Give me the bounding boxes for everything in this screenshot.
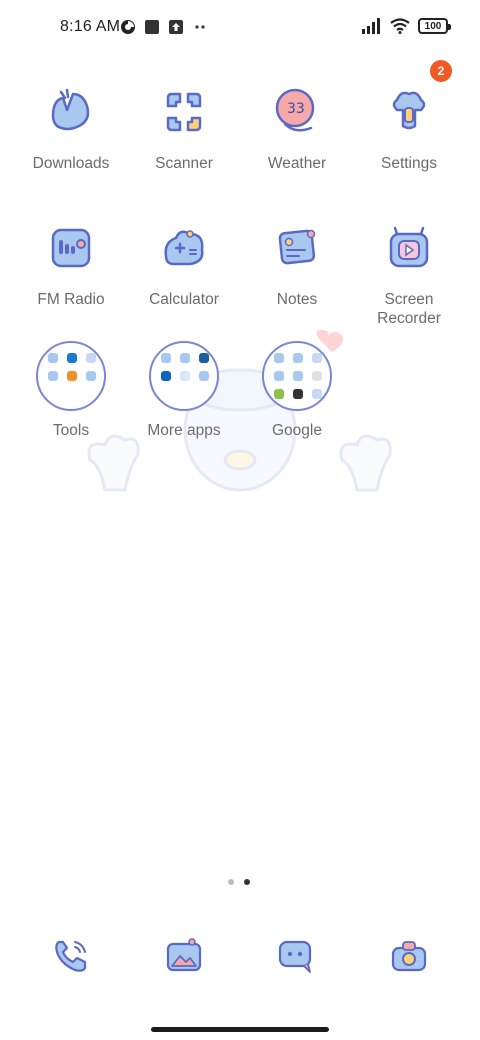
status-time: 8:16 AM [60, 18, 121, 35]
folder-icon [262, 341, 332, 411]
app-label: Scanner [155, 155, 213, 172]
folder-icon [149, 341, 219, 411]
app-label: FM Radio [37, 291, 105, 308]
status-notification-icons [120, 19, 208, 35]
screen-recorder-icon [389, 226, 429, 268]
app-label: Settings [380, 155, 437, 172]
folder-more-apps[interactable]: More apps [128, 341, 240, 440]
upload-notification-icon [169, 20, 183, 34]
app-label: Weather [267, 155, 327, 172]
app-notes[interactable]: Notes [241, 216, 353, 309]
app-downloads[interactable]: Downloads [15, 80, 127, 173]
folder-google[interactable]: Google [241, 341, 353, 440]
app-fm-radio[interactable]: FM Radio [15, 216, 127, 309]
status-bar: 8:16 AM 100 [0, 0, 480, 56]
app-label: Calculator [149, 291, 219, 308]
app-screen-recorder[interactable]: Screen Recorder [353, 216, 465, 328]
app-label: Google [272, 422, 322, 439]
messages-icon[interactable] [276, 936, 316, 976]
app-label: More apps [147, 422, 221, 439]
notes-icon [278, 229, 316, 265]
app-label: Notes [276, 291, 318, 308]
app-calculator[interactable]: Calculator [128, 216, 240, 309]
data-saver-icon [121, 20, 135, 34]
square-notification-icon [145, 20, 159, 34]
app-scanner[interactable]: Scanner [128, 80, 240, 173]
app-label: Tools [52, 422, 90, 439]
phone-icon[interactable] [51, 936, 91, 976]
gallery-icon[interactable] [164, 936, 204, 976]
weather-temperature: 33 [287, 101, 305, 117]
app-weather[interactable]: 33 Weather [241, 80, 353, 173]
status-system-icons: 100 [362, 18, 451, 34]
battery-icon: 100 [418, 18, 451, 34]
folder-icon [36, 341, 106, 411]
more-dots-icon [195, 25, 205, 29]
page-dot-active[interactable] [244, 879, 250, 885]
signal-icon [362, 18, 380, 34]
app-label: Downloads [32, 155, 110, 172]
downloads-icon [51, 88, 90, 131]
notification-badge: 2 [430, 60, 452, 82]
wifi-icon [390, 18, 410, 34]
camera-icon[interactable] [389, 936, 429, 976]
app-settings[interactable]: Settings [353, 80, 465, 173]
folder-tools[interactable]: Tools [15, 341, 127, 440]
app-label: Screen Recorder [377, 291, 441, 327]
calculator-icon [164, 230, 204, 266]
scanner-icon [166, 92, 202, 132]
battery-level: 100 [424, 20, 442, 32]
page-dot[interactable] [228, 879, 234, 885]
weather-icon: 33 [275, 88, 315, 132]
page-indicator [228, 879, 250, 885]
radio-icon [51, 228, 91, 268]
home-gesture-bar[interactable] [151, 1027, 329, 1032]
settings-icon [392, 91, 426, 130]
